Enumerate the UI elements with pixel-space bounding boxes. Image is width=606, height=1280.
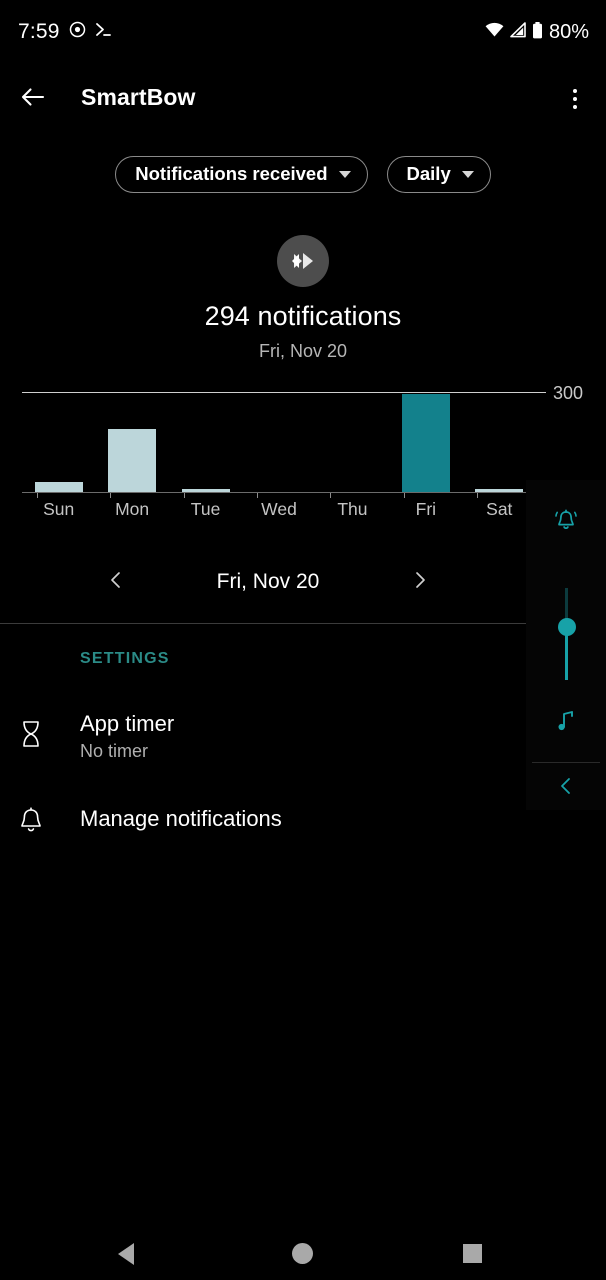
volume-panel-separator — [532, 762, 600, 763]
chevron-left-icon — [556, 776, 576, 801]
chart-bars — [22, 392, 536, 492]
settings-row-subtitle: No timer — [80, 741, 149, 761]
next-day-button[interactable] — [403, 565, 437, 599]
status-bar-right: 80% — [485, 21, 589, 44]
more-vertical-icon — [573, 89, 577, 93]
notification-count-headline: 294 notifications — [204, 301, 402, 331]
record-icon — [69, 21, 86, 43]
date-navigator: Fri, Nov 20 — [0, 560, 536, 604]
chart-bar-fill — [34, 482, 83, 492]
media-volume-button[interactable] — [526, 705, 606, 741]
battery-icon — [532, 21, 543, 44]
terminal-icon — [95, 21, 112, 43]
chevron-down-icon — [338, 170, 351, 178]
volume-slider-handle[interactable] — [557, 618, 576, 636]
ringer-mode-button[interactable] — [526, 502, 606, 542]
phone-screen: 7:59 80% SmartBow Notifications received… — [0, 0, 606, 1280]
section-divider — [0, 623, 530, 624]
metric-filter-chip[interactable]: Notifications received — [115, 155, 368, 193]
status-bar-clock: 7:59 — [18, 20, 60, 43]
chevron-right-icon — [411, 571, 429, 594]
hourglass-icon — [16, 703, 46, 765]
chart-axis-tick — [330, 493, 332, 498]
chart-axis-line — [22, 492, 536, 493]
overflow-menu-button[interactable] — [557, 80, 593, 118]
chart-gridline-label: 300 — [553, 383, 584, 403]
chart-day-label-sun: Sun — [43, 499, 75, 519]
music-note-icon — [554, 709, 578, 738]
settings-section-header: SETTINGS — [80, 650, 170, 667]
back-arrow-icon — [20, 84, 46, 115]
chart-axis-tick — [183, 493, 185, 498]
volume-slider[interactable] — [557, 588, 576, 680]
metric-filter-label: Notifications received — [135, 163, 328, 184]
chart-axis-tick — [110, 493, 112, 498]
chart-day-label-tue: Tue — [190, 499, 221, 519]
settings-row-title: Manage notifications — [80, 806, 282, 831]
chart-axis-tick — [403, 493, 405, 498]
usage-bar-chart: 300 Sun Mon Tue Wed Thu Fri Sat — [0, 380, 606, 525]
chart-day-labels: Sun Mon Tue Wed Thu Fri Sat — [22, 499, 536, 523]
chart-bar-fill — [108, 428, 157, 492]
period-filter-label: Daily — [406, 163, 451, 184]
chart-day-label-mon: Mon — [115, 499, 150, 519]
settings-row-manage-notifications[interactable]: Manage notifications — [0, 790, 530, 852]
page-title: SmartBow — [81, 84, 196, 110]
chart-bar-sun[interactable] — [34, 482, 83, 492]
chart-bar-fill — [401, 394, 450, 492]
system-navigation-bar — [0, 1212, 606, 1280]
previous-day-button[interactable] — [99, 565, 133, 599]
back-button[interactable] — [15, 81, 51, 117]
battery-percent-label: 80% — [548, 21, 589, 43]
chart-bar-mon[interactable] — [108, 428, 157, 492]
filter-chip-row: Notifications received Daily — [0, 155, 606, 193]
app-bar: SmartBow — [0, 72, 606, 128]
settings-row-title: App timer — [80, 711, 175, 736]
volume-overlay-panel — [526, 480, 606, 810]
chart-bar-fri[interactable] — [401, 394, 450, 492]
chart-day-label-sat: Sat — [486, 499, 513, 519]
chart-axis-tick — [36, 493, 38, 498]
date-navigator-label: Fri, Nov 20 — [216, 570, 320, 593]
chart-axis-tick — [477, 493, 479, 498]
chevron-down-icon — [461, 170, 474, 178]
nav-home-icon[interactable] — [292, 1243, 313, 1264]
nav-recents-icon[interactable] — [463, 1244, 482, 1263]
chart-day-label-fri: Fri — [415, 499, 437, 519]
bell-ringing-icon — [551, 505, 581, 540]
period-filter-chip[interactable]: Daily — [386, 155, 491, 193]
chart-day-label-wed: Wed — [261, 499, 297, 519]
nav-back-icon[interactable] — [118, 1243, 134, 1265]
cellular-signal-icon — [509, 22, 527, 43]
volume-collapse-button[interactable] — [526, 770, 606, 806]
status-bar: 7:59 80% — [0, 0, 606, 56]
status-bar-left: 7:59 — [18, 20, 112, 44]
selected-date-subline: Fri, Nov 20 — [258, 341, 348, 361]
settings-row-app-timer[interactable]: App timer No timer — [0, 703, 530, 765]
chart-day-label-thu: Thu — [337, 499, 368, 519]
chevron-left-icon — [107, 571, 125, 594]
smartbow-app-icon — [277, 235, 329, 287]
chart-axis-tick — [257, 493, 258, 498]
bell-icon — [16, 790, 46, 852]
more-vertical-icon — [573, 105, 577, 109]
wifi-icon — [485, 22, 504, 43]
more-vertical-icon — [573, 97, 577, 101]
